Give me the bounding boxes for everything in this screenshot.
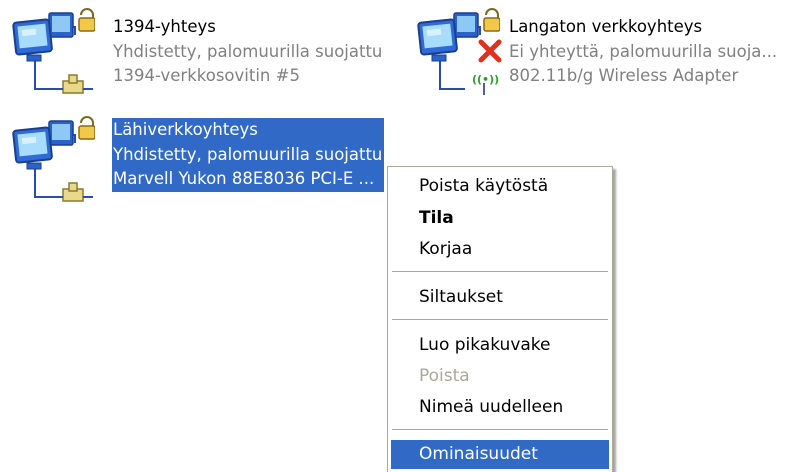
- menu-item-properties[interactable]: Ominaisuudet: [391, 440, 609, 469]
- network-connection-icon: [12, 116, 95, 202]
- network-connection-icon: [12, 8, 95, 94]
- network-connections-window: 1394-yhteys Yhdistetty, palomuurilla suo…: [0, 0, 801, 472]
- menu-item-bridge[interactable]: Siltaukset: [391, 283, 609, 312]
- connection-name: Langaton verkkoyhteys: [509, 17, 703, 36]
- connection-lan[interactable]: Lähiverkkoyhteys Yhdistetty, palomuurill…: [0, 110, 410, 210]
- menu-item-rename[interactable]: Nimeä uudelleen: [391, 393, 609, 422]
- connection-device: Marvell Yukon 88E8036 PCI-E ...: [112, 167, 385, 192]
- menu-item-status[interactable]: Tila: [391, 204, 609, 233]
- svg-text:((•)): ((•)): [472, 73, 499, 86]
- disconnected-x-icon: [478, 39, 502, 63]
- connection-1394[interactable]: 1394-yhteys Yhdistetty, palomuurilla suo…: [0, 0, 400, 100]
- connection-status: Ei yhteyttä, palomuurilla suoja...: [509, 41, 778, 61]
- menu-item-create-shortcut[interactable]: Luo pikakuvake: [391, 331, 609, 360]
- menu-item-repair[interactable]: Korjaa: [391, 235, 609, 264]
- menu-separator: [392, 319, 608, 320]
- menu-item-disable[interactable]: Poista käytöstä: [391, 172, 609, 201]
- context-menu: Poista käytöstä Tila Korjaa Siltaukset L…: [387, 166, 613, 472]
- menu-separator: [392, 429, 608, 430]
- connection-status: Yhdistetty, palomuurilla suojattu: [113, 41, 383, 61]
- connection-device: 802.11b/g Wireless Adapter: [509, 66, 739, 85]
- menu-item-delete[interactable]: Poista: [391, 362, 609, 391]
- menu-separator: [392, 271, 608, 272]
- connection-name: Lähiverkkoyhteys: [112, 118, 385, 143]
- connection-status: Yhdistetty, palomuurilla suojattu: [112, 142, 385, 167]
- connection-name: 1394-yhteys: [113, 17, 216, 36]
- connection-wireless[interactable]: ((•)) Langaton verkkoyhteys Ei yhteyttä,…: [405, 0, 801, 100]
- connection-device: 1394-verkkosovitin #5: [113, 66, 300, 85]
